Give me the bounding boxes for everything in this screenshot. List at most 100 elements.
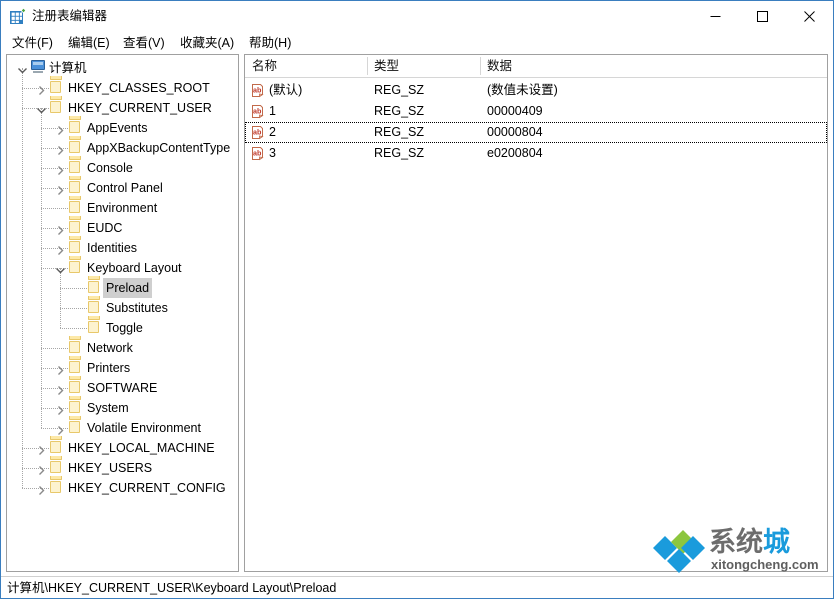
tree-node-2[interactable]: HKEY_CURRENT_USER <box>7 98 238 118</box>
column-header-0[interactable]: 名称 <box>245 55 367 77</box>
folder-icon <box>68 240 84 256</box>
folder-icon <box>68 420 84 436</box>
column-header-1[interactable]: 类型 <box>367 55 480 77</box>
table-row[interactable]: ab 2 REG_SZ 00000804 <box>245 122 827 143</box>
menu-item-4[interactable]: 帮助(H) <box>246 34 294 52</box>
tree-node-label: Volatile Environment <box>84 418 204 438</box>
tree-node-label: Keyboard Layout <box>84 258 185 278</box>
string-value-icon: ab <box>250 83 265 98</box>
tree-node-15[interactable]: Printers <box>7 358 238 378</box>
chevron-right-icon[interactable] <box>55 163 66 174</box>
folder-icon <box>68 360 84 376</box>
chevron-right-icon[interactable] <box>55 403 66 414</box>
tree-node-label: EUDC <box>84 218 125 238</box>
menu-bar: 文件(F) 编辑(E) 查看(V) 收藏夹(A) 帮助(H) <box>1 32 833 54</box>
tree-node-3[interactable]: AppEvents <box>7 118 238 138</box>
table-row[interactable]: ab(默认)REG_SZ(数值未设置) <box>245 80 827 101</box>
status-bar: 计算机\HKEY_CURRENT_USER\Keyboard Layout\Pr… <box>1 576 833 598</box>
table-row[interactable]: ab1REG_SZ00000409 <box>245 101 827 122</box>
maximize-icon <box>757 11 768 22</box>
registry-icon <box>9 8 26 25</box>
tree-node-10[interactable]: Keyboard Layout <box>7 258 238 278</box>
folder-icon <box>49 460 65 476</box>
folder-icon <box>68 340 84 356</box>
chevron-right-icon[interactable] <box>36 443 47 454</box>
folder-icon <box>68 120 84 136</box>
value-data-cell: 00000804 <box>487 122 543 143</box>
tree-node-label: HKEY_LOCAL_MACHINE <box>65 438 218 458</box>
registry-tree-pane[interactable]: 计算机HKEY_CLASSES_ROOTHKEY_CURRENT_USERApp… <box>6 54 239 572</box>
chevron-right-icon[interactable] <box>55 243 66 254</box>
tree-node-5[interactable]: Console <box>7 158 238 178</box>
chevron-down-icon[interactable] <box>36 103 47 114</box>
column-separator[interactable] <box>827 57 828 75</box>
folder-icon <box>68 180 84 196</box>
tree-node-label: AppEvents <box>84 118 150 138</box>
tree-node-20[interactable]: HKEY_USERS <box>7 458 238 478</box>
status-path: 计算机\HKEY_CURRENT_USER\Keyboard Layout\Pr… <box>7 579 336 597</box>
tree-node-label: Environment <box>84 198 160 218</box>
tree-node-9[interactable]: Identities <box>7 238 238 258</box>
minimize-button[interactable] <box>692 1 739 31</box>
chevron-right-icon[interactable] <box>55 423 66 434</box>
value-type-cell: REG_SZ <box>374 101 424 122</box>
table-row[interactable]: ab3REG_SZe0200804 <box>245 143 827 164</box>
menu-item-2[interactable]: 查看(V) <box>120 34 168 52</box>
chevron-right-icon[interactable] <box>36 463 47 474</box>
tree-node-6[interactable]: Control Panel <box>7 178 238 198</box>
tree-node-14[interactable]: Network <box>7 338 238 358</box>
tree-node-label: HKEY_CURRENT_CONFIG <box>65 478 229 498</box>
value-type-cell: REG_SZ <box>374 122 424 143</box>
tree-node-16[interactable]: SOFTWARE <box>7 378 238 398</box>
folder-icon <box>87 280 103 296</box>
tree-node-13[interactable]: Toggle <box>7 318 238 338</box>
string-value-icon: ab <box>250 125 265 140</box>
tree-node-7[interactable]: Environment <box>7 198 238 218</box>
tree-node-8[interactable]: EUDC <box>7 218 238 238</box>
chevron-right-icon[interactable] <box>55 123 66 134</box>
maximize-button[interactable] <box>739 1 786 31</box>
tree-node-0[interactable]: 计算机 <box>7 58 238 78</box>
folder-icon <box>68 260 84 276</box>
menu-item-1[interactable]: 编辑(E) <box>65 34 113 52</box>
tree-node-21[interactable]: HKEY_CURRENT_CONFIG <box>7 478 238 498</box>
chevron-right-icon[interactable] <box>55 383 66 394</box>
registry-tree: 计算机HKEY_CLASSES_ROOTHKEY_CURRENT_USERApp… <box>7 55 238 571</box>
chevron-right-icon[interactable] <box>36 83 47 94</box>
tree-node-label: AppXBackupContentType <box>84 138 233 158</box>
chevron-down-icon[interactable] <box>55 263 66 274</box>
folder-icon <box>68 200 84 216</box>
chevron-right-icon[interactable] <box>55 363 66 374</box>
chevron-right-icon[interactable] <box>55 143 66 154</box>
column-separator[interactable] <box>367 57 368 75</box>
tree-node-label: Substitutes <box>103 298 171 318</box>
chevron-right-icon[interactable] <box>55 183 66 194</box>
tree-node-4[interactable]: AppXBackupContentType <box>7 138 238 158</box>
tree-node-label: 计算机 <box>46 58 90 78</box>
tree-node-17[interactable]: System <box>7 398 238 418</box>
svg-text:ab: ab <box>253 86 262 95</box>
column-header-2[interactable]: 数据 <box>480 55 827 77</box>
folder-icon <box>49 100 65 116</box>
folder-icon <box>68 400 84 416</box>
column-separator[interactable] <box>480 57 481 75</box>
tree-node-label: Console <box>84 158 136 178</box>
menu-item-3[interactable]: 收藏夹(A) <box>177 34 237 52</box>
tree-node-11[interactable]: Preload <box>7 278 238 298</box>
value-name-cell: 2 <box>269 122 276 143</box>
value-data-cell: e0200804 <box>487 143 543 164</box>
tree-node-1[interactable]: HKEY_CLASSES_ROOT <box>7 78 238 98</box>
values-column-header: 名称类型数据 <box>245 55 827 78</box>
chevron-right-icon[interactable] <box>55 223 66 234</box>
close-button[interactable] <box>786 1 833 31</box>
chevron-down-icon[interactable] <box>17 63 28 74</box>
svg-text:ab: ab <box>253 128 262 137</box>
tree-node-18[interactable]: Volatile Environment <box>7 418 238 438</box>
chevron-right-icon[interactable] <box>36 483 47 494</box>
menu-item-0[interactable]: 文件(F) <box>9 34 56 52</box>
tree-node-label: HKEY_CURRENT_USER <box>65 98 215 118</box>
tree-node-12[interactable]: Substitutes <box>7 298 238 318</box>
tree-node-19[interactable]: HKEY_LOCAL_MACHINE <box>7 438 238 458</box>
registry-values-pane[interactable]: 名称类型数据 ab(默认)REG_SZ(数值未设置)ab1REG_SZ00000… <box>244 54 828 572</box>
title-bar: 注册表编辑器 <box>1 1 833 32</box>
